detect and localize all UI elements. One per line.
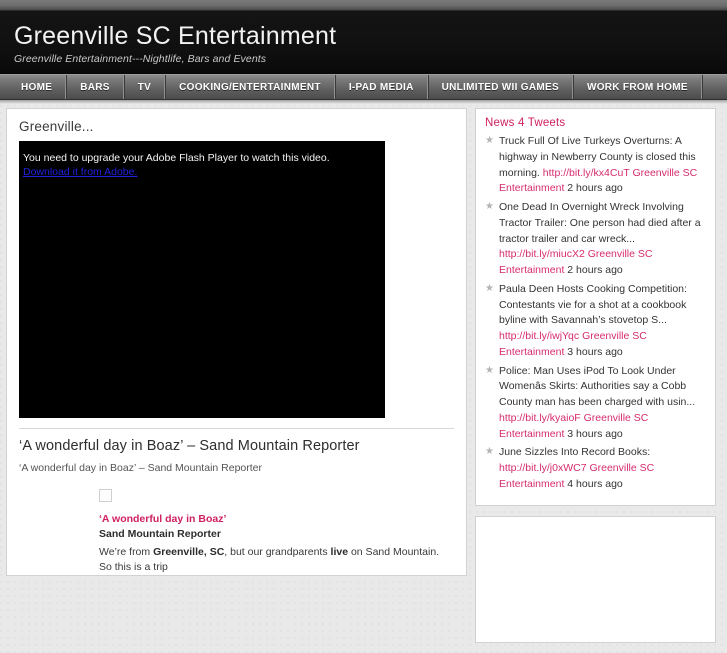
star-bullet-icon: ★ bbox=[485, 201, 494, 212]
star-bullet-icon: ★ bbox=[485, 446, 494, 458]
tweet-text: Paula Deen Hosts Cooking Competition: Co… bbox=[499, 282, 687, 327]
tweet-timestamp: 2 hours ago bbox=[564, 182, 623, 195]
excerpt-body: We’re from Greenville, SC, but our grand… bbox=[99, 545, 454, 575]
nav-item-unlimited-wii-games[interactable]: UNLIMITED WII GAMES bbox=[427, 75, 573, 99]
site-description: Greenville Entertainment---Nightlife, Ba… bbox=[14, 53, 267, 66]
page-columns: Greenville... You need to upgrade your A… bbox=[0, 104, 727, 653]
widget-empty bbox=[475, 515, 716, 643]
tweet-timestamp: 3 hours ago bbox=[564, 345, 623, 358]
nav-filler bbox=[701, 75, 727, 99]
nav-item-ipad-media[interactable]: I-PAD MEDIA bbox=[334, 75, 428, 99]
article-subheading: ‘A wonderful day in Boaz’ – Sand Mountai… bbox=[19, 462, 263, 474]
widget-news-4-tweets: News 4 Tweets ★ Truck Full Of Live Turkey… bbox=[475, 108, 716, 506]
main-content: Greenville... You need to upgrade your A… bbox=[6, 108, 467, 577]
download-flash-link[interactable]: Download it from Adobe. bbox=[23, 166, 137, 178]
excerpt-bold-location: Greenville, SC bbox=[153, 546, 225, 558]
excerpt-source: Sand Mountain Reporter bbox=[99, 528, 221, 540]
flash-upgrade-message: You need to upgrade your Adobe Flash Pla… bbox=[23, 152, 330, 164]
nav-item-work-from-home[interactable]: WORK FROM HOME bbox=[572, 75, 702, 99]
star-bullet-icon: ★ bbox=[485, 282, 494, 294]
tweet-timestamp: 2 hours ago bbox=[564, 264, 623, 276]
sidebar: News 4 Tweets ★ Truck Full Of Live Turkey… bbox=[475, 108, 716, 653]
article-excerpt: ‘A wonderful day in Boaz’ Sand Mountain … bbox=[99, 489, 454, 575]
broken-image-icon bbox=[99, 489, 112, 502]
nav-item-bars[interactable]: BARS bbox=[66, 75, 124, 99]
site-header: Greenville SC Entertainment Greenville E… bbox=[0, 11, 727, 74]
nav-item-home[interactable]: HOME bbox=[8, 75, 67, 99]
widget-title: News 4 Tweets bbox=[485, 117, 566, 129]
site-title[interactable]: Greenville SC Entertainment bbox=[14, 11, 727, 49]
excerpt-title[interactable]: ‘A wonderful day in Boaz’ bbox=[99, 513, 454, 525]
post-title: Greenville... bbox=[19, 119, 94, 134]
top-gradient-strip bbox=[0, 0, 727, 11]
tweet-item: ★ One Dead In Overnight Wreck Involving T… bbox=[485, 200, 706, 279]
tweet-item: ★ Paula Deen Hosts Cooking Competition: C… bbox=[485, 282, 706, 361]
tweet-text: Police: Man Uses iPod To Look Under Wome… bbox=[499, 364, 696, 409]
article-heading: ‘A wonderful day in Boaz’ – Sand Mountai… bbox=[19, 438, 360, 454]
tweet-timestamp: 3 hours ago bbox=[564, 427, 623, 440]
tweet-item: ★ June Sizzles Into Record Books: http://… bbox=[485, 445, 706, 492]
tweet-item: ★ Truck Full Of Live Turkeys Overturns: A… bbox=[485, 134, 706, 197]
nav-item-tv[interactable]: TV bbox=[123, 75, 166, 99]
article-divider bbox=[19, 428, 454, 429]
nav-item-cooking-entertainment[interactable]: COOKING/ENTERTAINMENT bbox=[165, 75, 335, 99]
excerpt-text-2: , but our grandparents bbox=[224, 546, 331, 558]
main-navigation[interactable]: HOME BARS TV COOKING/ENTERTAINMENT I-PAD MED… bbox=[0, 74, 727, 100]
flash-video-player[interactable]: You need to upgrade your Adobe Flash Pla… bbox=[19, 141, 385, 418]
star-bullet-icon: ★ bbox=[485, 364, 494, 376]
tweet-timestamp: 4 hours ago bbox=[564, 477, 623, 490]
excerpt-text-1: We’re from bbox=[99, 546, 154, 558]
tweet-text: One Dead In Overnight Wreck Involving Tr… bbox=[499, 201, 701, 245]
excerpt-bold-live: live bbox=[330, 546, 349, 558]
tweet-item: ★ Police: Man Uses iPod To Look Under Wom… bbox=[485, 364, 706, 443]
tweet-list: ★ Truck Full Of Live Turkeys Overturns: A… bbox=[485, 134, 706, 493]
star-bullet-icon: ★ bbox=[485, 135, 494, 146]
tweet-text: June Sizzles Into Record Books: bbox=[499, 446, 651, 459]
